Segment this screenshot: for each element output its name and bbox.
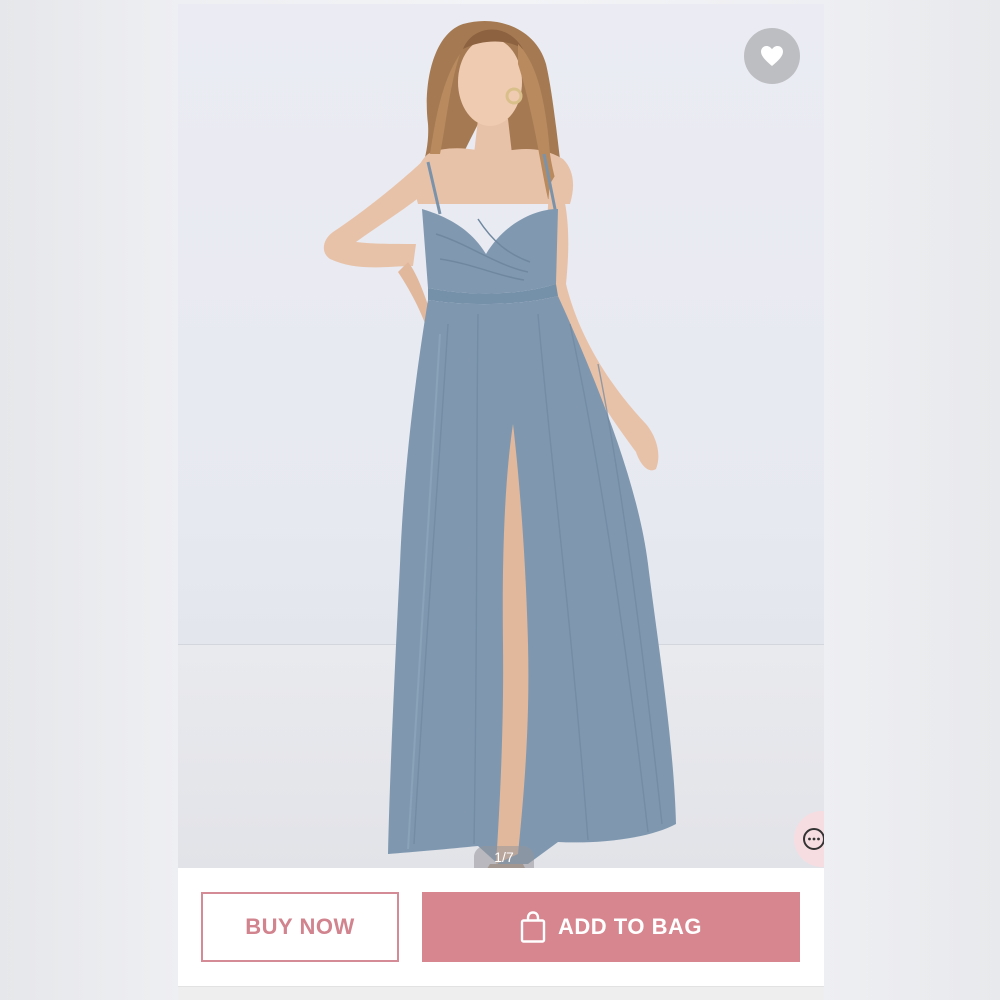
bottom-strip xyxy=(178,986,824,1000)
favorite-button[interactable] xyxy=(744,28,800,84)
purchase-action-bar: BUY NOW ADD TO BAG xyxy=(178,868,824,984)
model-in-dress-illustration xyxy=(323,20,676,868)
image-counter: 1/7 xyxy=(474,846,534,868)
add-to-bag-button[interactable]: ADD TO BAG xyxy=(422,892,800,962)
heart-icon xyxy=(761,46,783,66)
product-image[interactable]: 1/7 xyxy=(178,4,824,868)
shopping-bag-icon xyxy=(520,911,546,943)
chat-bubble-icon xyxy=(803,828,824,850)
buy-now-button[interactable]: BUY NOW xyxy=(201,892,399,962)
product-detail-screen: 1/7 BUY NOW ADD TO BAG xyxy=(178,4,824,1000)
add-to-bag-label: ADD TO BAG xyxy=(558,914,702,939)
